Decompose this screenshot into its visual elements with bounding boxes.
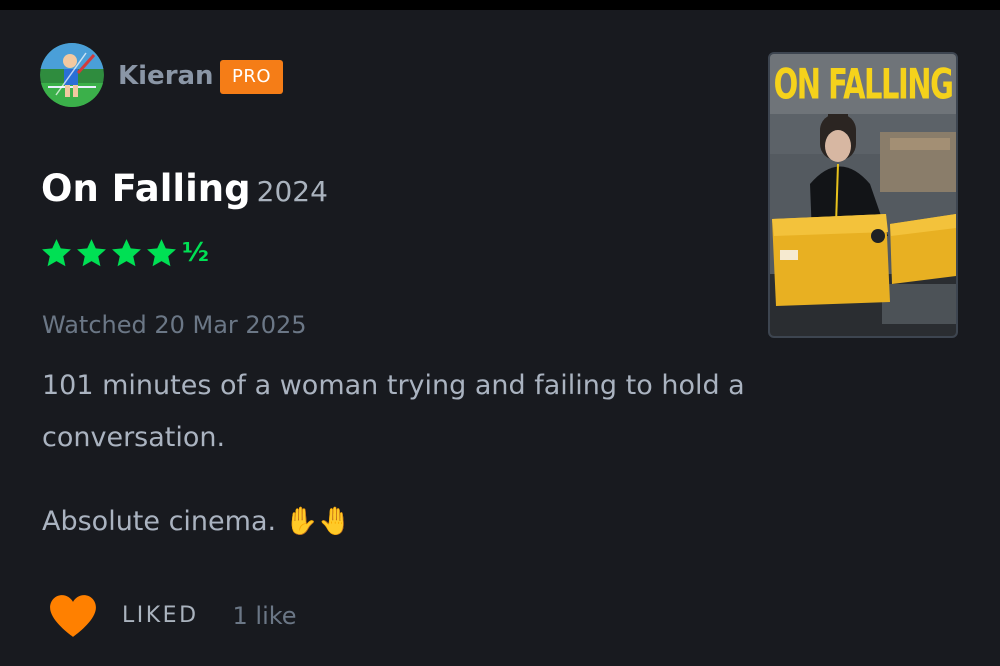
review-paragraph: 101 minutes of a woman trying and failin…: [42, 370, 745, 453]
review-paragraph: Absolute cinema. ✋🤚: [42, 506, 352, 537]
top-edge: [0, 0, 1000, 10]
user-avatar[interactable]: [40, 43, 104, 107]
username[interactable]: Kieran: [118, 60, 214, 92]
watched-date: Watched 20 Mar 2025: [42, 311, 307, 339]
film-year[interactable]: 2024: [257, 175, 328, 208]
star-icon: [42, 238, 71, 266]
poster-title: ON FALLING: [773, 59, 954, 109]
like-count[interactable]: 1 like: [233, 592, 297, 640]
star-icon: [112, 238, 141, 266]
film-title[interactable]: On Falling: [41, 167, 251, 210]
film-poster[interactable]: ON FALLING: [768, 52, 958, 338]
review-body: 101 minutes of a woman trying and failin…: [42, 360, 902, 548]
star-icon: [77, 238, 106, 266]
film-title-line[interactable]: On Falling 2024: [41, 166, 328, 215]
star-icon: [147, 238, 176, 266]
half-star: ½: [182, 238, 209, 268]
liked-label[interactable]: LIKED: [122, 592, 199, 640]
pro-badge: PRO: [220, 60, 283, 94]
like-row: LIKED 1 like: [48, 592, 297, 640]
heart-icon[interactable]: [48, 593, 98, 639]
avatar-icon: [40, 43, 104, 107]
rating-stars: ½: [40, 236, 209, 270]
